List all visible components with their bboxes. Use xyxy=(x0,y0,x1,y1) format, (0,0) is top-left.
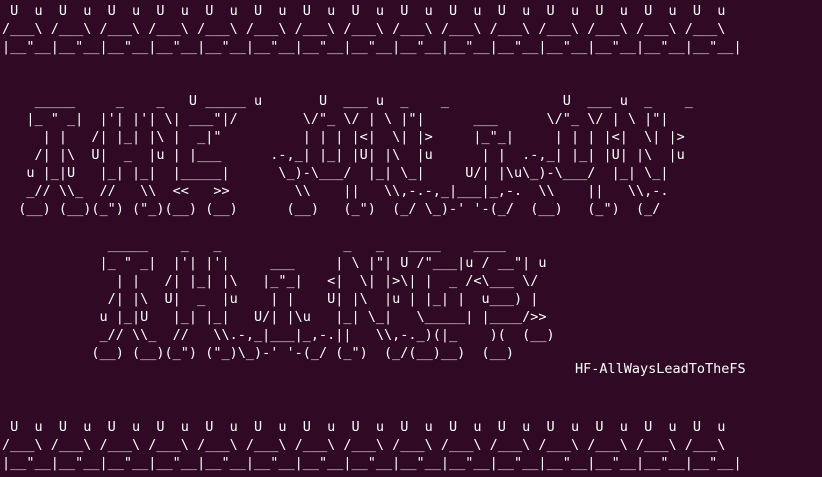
ascii-signature: HF-AllWaysLeadToTheFS xyxy=(575,361,746,377)
ascii-border-top: U u U u U u U u U u U u U u U u U u U u … xyxy=(2,3,742,55)
terminal-window[interactable]: U u U u U u U u U u U u U u U u U u U u … xyxy=(0,0,822,477)
ascii-title-art: _____ _ _ U _____ u U ___ u _ _ U ___ u … xyxy=(18,93,693,361)
ascii-border-bottom: U u U u U u U u U u U u U u U u U u U u … xyxy=(2,419,742,471)
